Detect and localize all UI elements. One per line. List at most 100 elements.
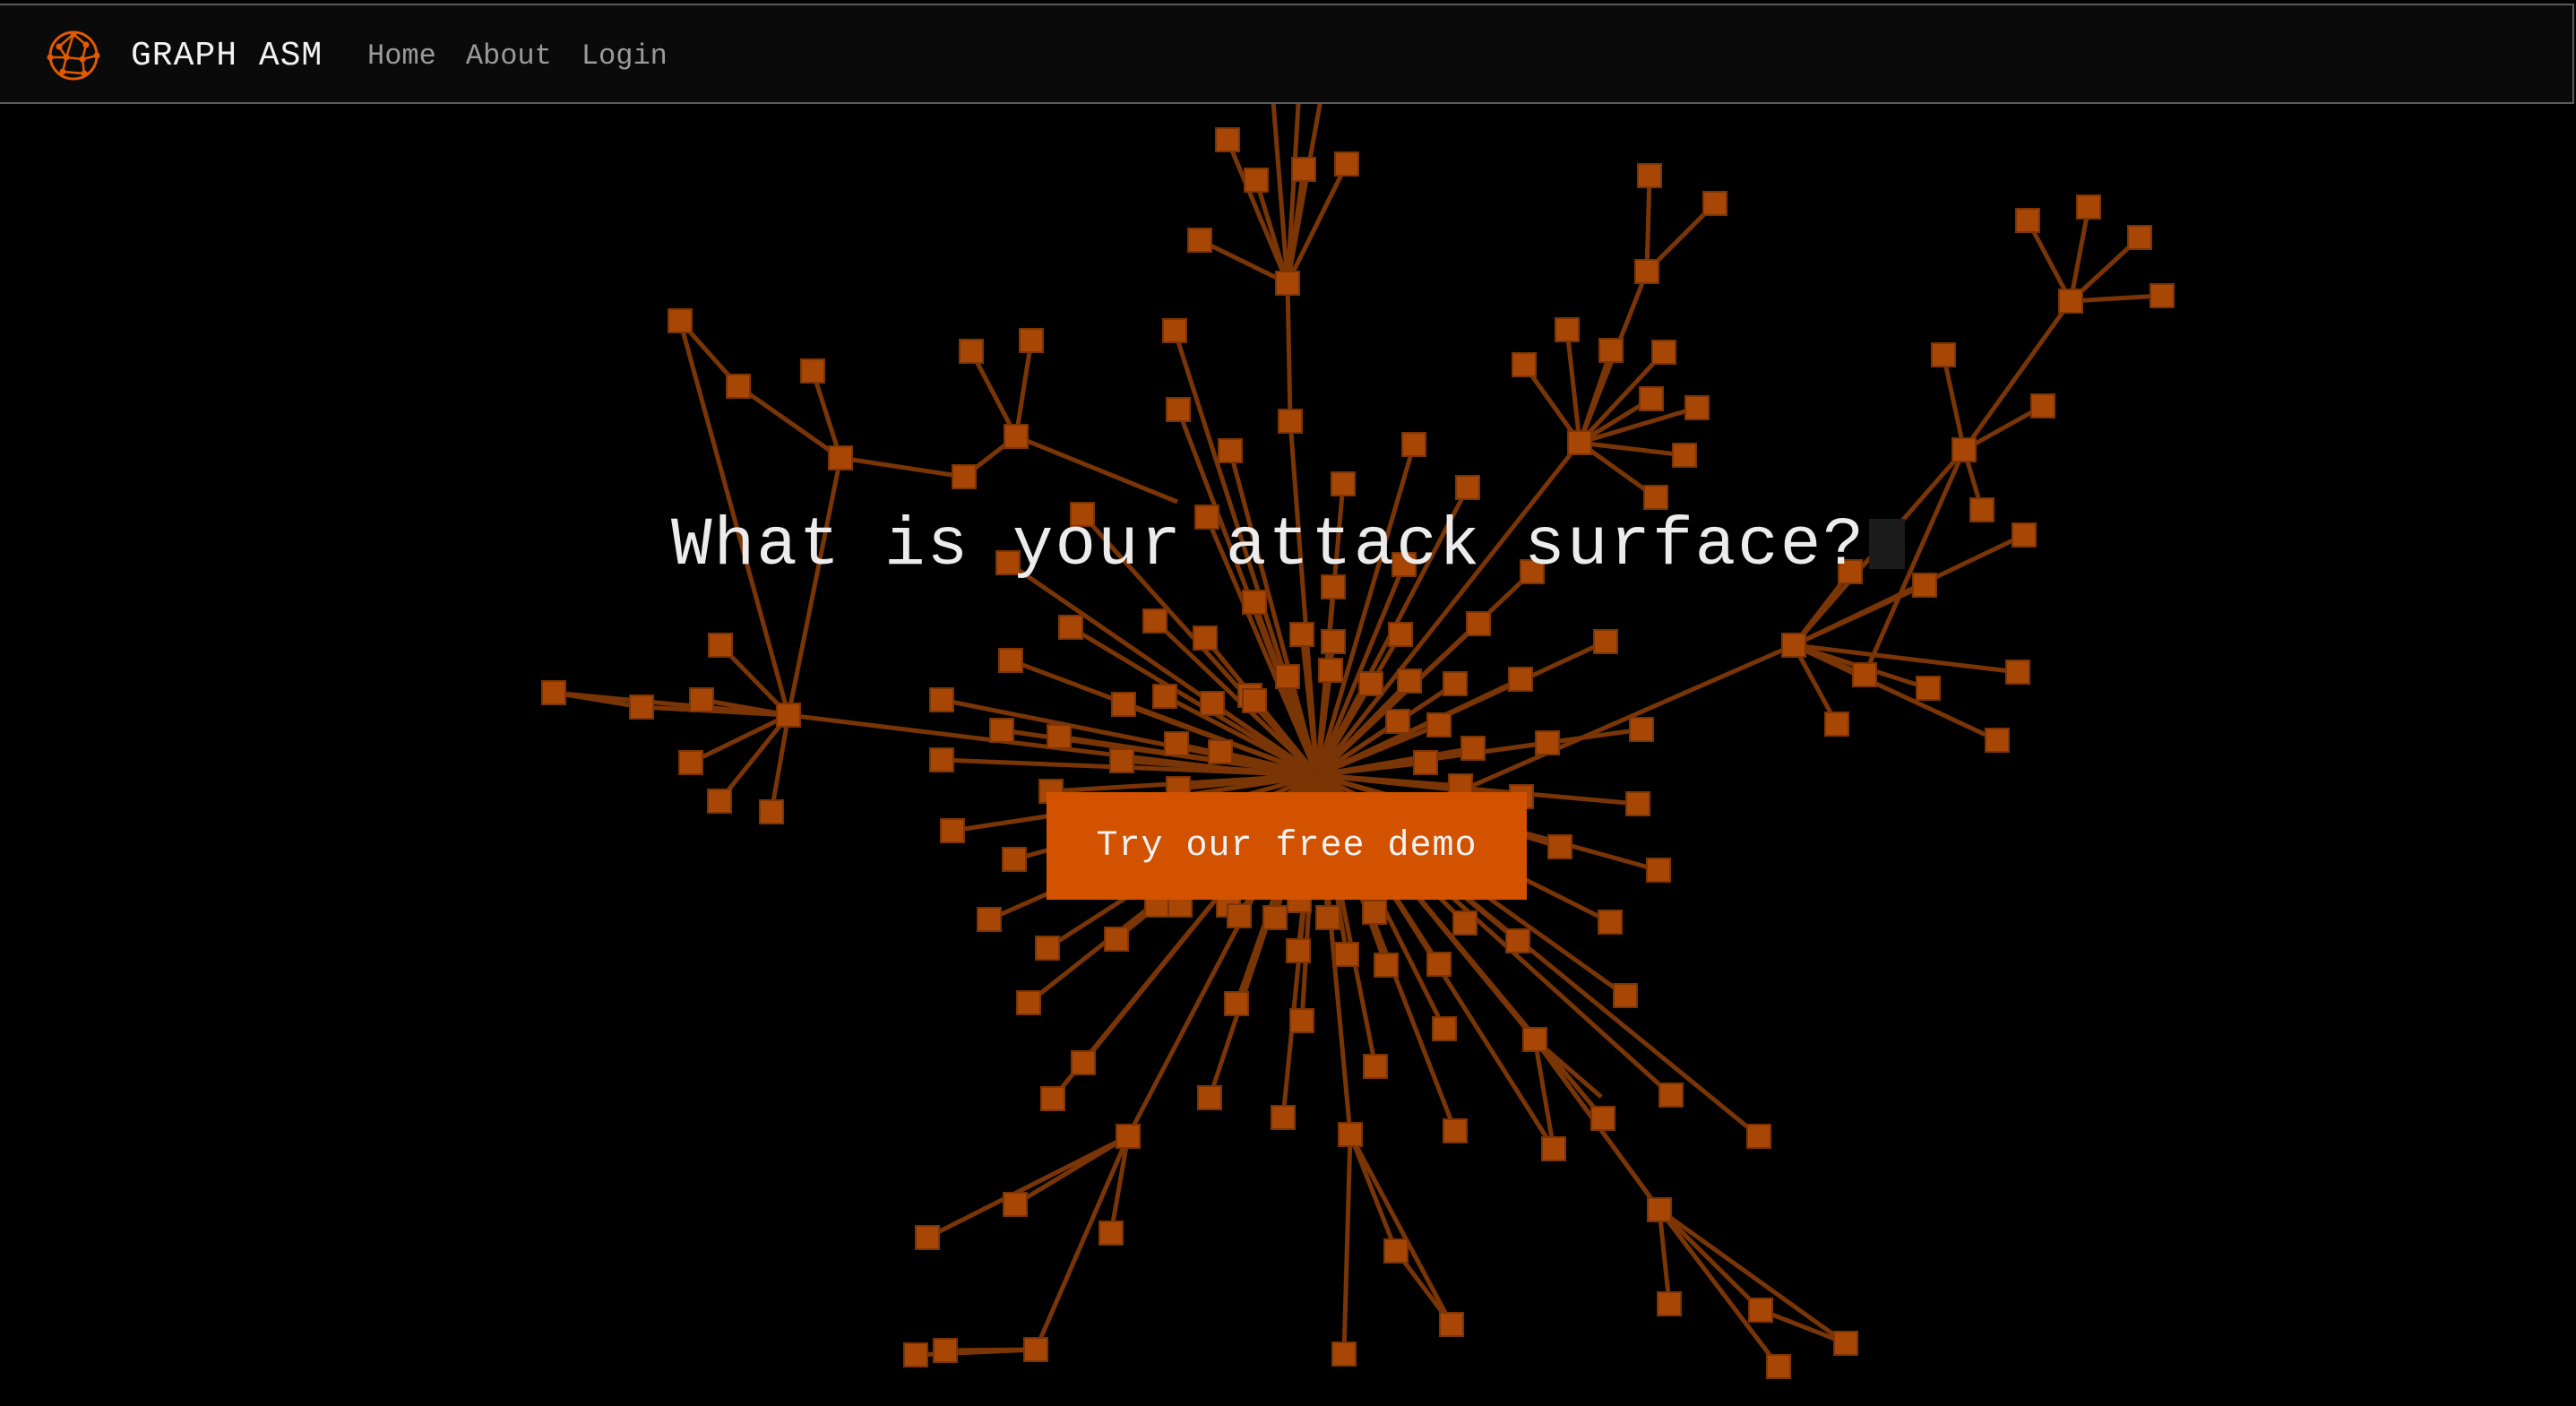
graph-node <box>2005 660 2030 685</box>
graph-node <box>1289 1008 1314 1033</box>
graph-node <box>1193 625 1218 651</box>
graph-node <box>1852 662 1877 687</box>
graph-node <box>1215 127 1240 152</box>
graph-node <box>1383 1238 1409 1264</box>
graph-node <box>903 1342 928 1367</box>
graph-node <box>1657 1291 1682 1316</box>
graph-node <box>1004 424 1029 449</box>
graph-node <box>1142 608 1167 634</box>
graph-node <box>1315 905 1340 930</box>
graph-node <box>1598 338 1624 363</box>
graph-node <box>1291 157 1316 182</box>
graph-node <box>1833 1331 1858 1356</box>
graph-edge <box>1658 1208 1780 1368</box>
graph-edge <box>1961 299 2073 452</box>
nav-link-login[interactable]: Login <box>582 39 668 73</box>
graph-node <box>1590 1106 1615 1131</box>
graph-node <box>933 1338 958 1363</box>
graph-node <box>1505 928 1530 953</box>
graph-node <box>1684 395 1710 420</box>
graph-node <box>1598 910 1623 935</box>
nav-link-about[interactable]: About <box>466 39 552 73</box>
graph-node <box>2076 194 2101 220</box>
graph-node <box>1547 834 1572 859</box>
graph-node <box>977 907 1002 932</box>
graph-node <box>1555 317 1580 342</box>
graph-node <box>1363 1054 1388 1079</box>
graph-edge <box>718 713 790 803</box>
graph-edge <box>2070 293 2163 304</box>
graph-node <box>1208 739 1233 764</box>
graph-edge <box>786 457 843 716</box>
graph-node <box>1951 437 1977 462</box>
graph-node <box>828 445 853 470</box>
graph-edge <box>926 1134 1130 1240</box>
graph-node <box>1058 615 1083 640</box>
graph-node <box>1162 318 1187 343</box>
graph-node <box>1672 443 1697 468</box>
graph-node <box>1002 847 1027 872</box>
graph-node <box>1023 1337 1048 1362</box>
graph-node <box>1613 983 1638 1008</box>
graph-edge <box>1348 1133 1454 1326</box>
graph-node <box>1455 475 1480 500</box>
graph-node <box>1567 430 1592 455</box>
graph-node <box>1262 905 1288 930</box>
graph-node <box>1629 717 1654 742</box>
graph-node <box>1331 1341 1357 1367</box>
graph-node <box>1508 667 1533 692</box>
graph-node <box>1651 340 1676 365</box>
graph-node <box>1452 910 1478 936</box>
graph-node <box>759 799 784 824</box>
graph-node <box>1275 271 1300 296</box>
graph-node <box>1040 1086 1065 1111</box>
graph-node <box>1098 1221 1124 1246</box>
graph-node <box>998 648 1023 673</box>
graph-node <box>1047 724 1072 749</box>
graph-edge <box>840 455 965 479</box>
graph-edge <box>1285 282 1293 422</box>
graph-node <box>1358 671 1383 696</box>
graph-node <box>1164 731 1189 756</box>
try-free-demo-button[interactable]: Try our free demo <box>1047 792 1527 900</box>
graph-node <box>1035 936 1060 961</box>
graph-node <box>1443 671 1468 696</box>
graph-node <box>668 308 693 333</box>
graph-node <box>1244 168 1269 193</box>
brand-home-link[interactable]: GRAPH ASM <box>47 29 323 82</box>
graph-node <box>2150 283 2175 308</box>
graph-node <box>1334 151 1359 177</box>
graph-edge <box>1013 340 1034 437</box>
graph-node <box>1746 1124 1771 1149</box>
graph-edge <box>737 384 842 461</box>
graph-node <box>1385 709 1410 734</box>
graph-node <box>1541 1136 1566 1161</box>
graph-node <box>2030 393 2055 418</box>
graph-node <box>800 358 825 384</box>
graph-node <box>2127 225 2152 250</box>
graph-node <box>1658 1083 1684 1108</box>
graph-node <box>1637 163 1662 188</box>
graph-node <box>678 750 703 775</box>
nav-link-home[interactable]: Home <box>367 39 436 73</box>
graph-node <box>1916 676 1941 701</box>
graph-node <box>1218 438 1243 463</box>
graph-node <box>1104 927 1129 952</box>
graph-node <box>1374 953 1399 978</box>
graph-node <box>1187 228 1212 253</box>
graph-node <box>1748 1298 1773 1323</box>
graph-node <box>1426 952 1452 977</box>
graph-node <box>929 687 954 712</box>
graph-edge <box>1941 354 1967 451</box>
graph-node <box>1334 942 1359 967</box>
graph-node <box>1824 712 1849 737</box>
graph-node <box>1109 748 1134 773</box>
graph-node <box>1702 191 1727 216</box>
graph-node <box>1275 664 1300 689</box>
brand-name: GRAPH ASM <box>131 36 323 75</box>
graph-node <box>1362 900 1387 925</box>
graph-node <box>1016 990 1041 1015</box>
graph-node <box>1401 432 1426 457</box>
graph-node <box>2015 208 2040 233</box>
graph-node <box>1443 1118 1468 1143</box>
